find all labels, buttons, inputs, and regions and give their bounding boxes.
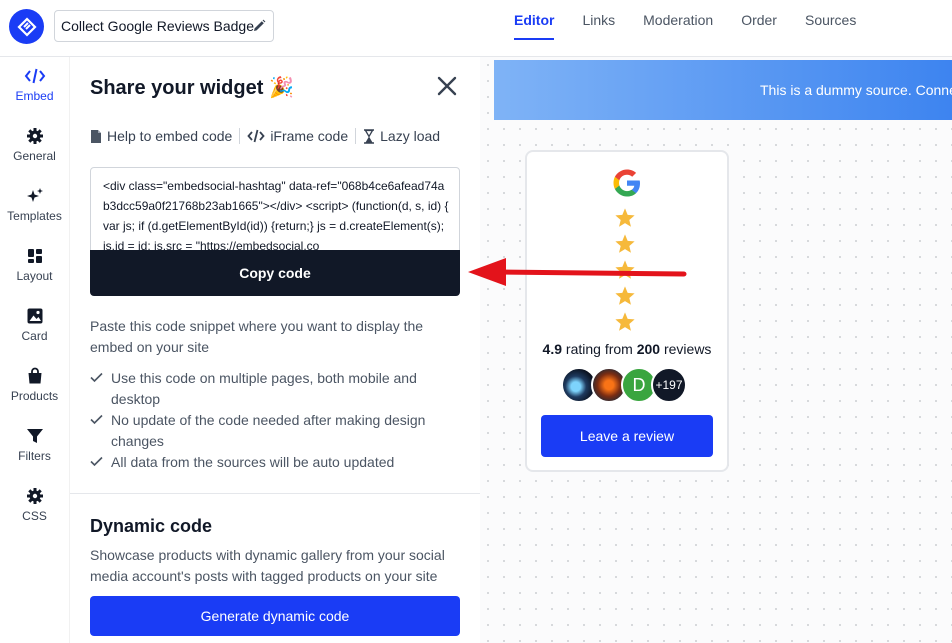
reviewer-avatars: D +197	[561, 367, 701, 403]
divider	[355, 128, 357, 144]
sidebar-item-filters[interactable]: Filters	[0, 427, 69, 463]
annotation-arrow	[468, 258, 687, 286]
image-icon	[27, 308, 42, 324]
sidebar-item-layout[interactable]: Layout	[0, 247, 69, 283]
tab-moderation[interactable]: Moderation	[629, 0, 727, 40]
dynamic-code-description: Showcase products with dynamic gallery f…	[90, 547, 445, 584]
tab-order[interactable]: Order	[727, 0, 791, 40]
leave-review-button[interactable]: Leave a review	[541, 415, 713, 457]
check-icon	[90, 456, 103, 467]
widget-preview-canvas: This is a dummy source. Conne 4.9 rating…	[480, 57, 952, 643]
benefits-list: Use this code on multiple pages, both mo…	[90, 368, 450, 473]
help-embed-label: Help to embed code	[107, 128, 233, 144]
section-divider	[70, 493, 481, 494]
tab-links[interactable]: Links	[568, 0, 629, 40]
list-item: All data from the sources will be auto u…	[90, 452, 450, 473]
paste-instructions: Paste this code snippet where you want t…	[90, 318, 424, 355]
rating-mid-text: rating from	[562, 341, 637, 357]
sidebar-item-products[interactable]: Products	[0, 367, 69, 403]
tab-sources[interactable]: Sources	[791, 0, 870, 40]
help-embed-link[interactable]: Help to embed code	[90, 128, 232, 144]
filter-icon	[26, 429, 43, 443]
sparkles-icon	[26, 188, 43, 202]
sidebar-item-embed[interactable]: Embed	[0, 67, 69, 103]
sidebar-item-templates[interactable]: Templates	[0, 187, 69, 223]
sidebar-item-label: Card	[21, 329, 48, 343]
check-text: All data from the sources will be auto u…	[111, 454, 395, 470]
check-text: No update of the code needed after makin…	[111, 412, 426, 449]
more-count-text: +197	[655, 378, 683, 392]
list-item: Use this code on multiple pages, both mo…	[90, 368, 450, 410]
rating-summary: 4.9 rating from 200 reviews	[527, 341, 727, 357]
dummy-source-banner: This is a dummy source. Conne	[494, 60, 952, 120]
lazy-load-link[interactable]: Lazy load	[363, 128, 440, 144]
layout-grid-icon	[27, 249, 42, 263]
review-count: 200	[636, 341, 661, 357]
sidebar-item-label: General	[13, 149, 56, 163]
divider	[239, 128, 241, 144]
generate-dynamic-code-button[interactable]: Generate dynamic code	[90, 596, 460, 636]
sidebar-item-label: Filters	[18, 449, 51, 463]
top-bar: Collect Google Reviews Badge Editor Link…	[0, 0, 952, 57]
iframe-code-link[interactable]: iFrame code	[247, 128, 348, 144]
panel-title-text: Share your widget	[90, 77, 264, 99]
google-reviews-badge: 4.9 rating from 200 reviews D +197 Leave…	[525, 150, 729, 472]
rating-value: 4.9	[542, 341, 563, 357]
sidebar-item-label: Products	[10, 389, 59, 403]
list-item: No update of the code needed after makin…	[90, 410, 450, 452]
editor-tabs: Editor Links Moderation Order Sources	[500, 0, 870, 57]
close-icon[interactable]	[436, 75, 458, 97]
app-logo[interactable]	[9, 9, 44, 44]
document-icon	[91, 129, 101, 143]
shopping-bag-icon	[28, 367, 41, 384]
sidebar-item-label: CSS	[22, 509, 47, 523]
dynamic-code-title: Dynamic code	[90, 516, 213, 536]
widget-title-field[interactable]: Collect Google Reviews Badge	[54, 10, 274, 42]
widget-title-text: Collect Google Reviews Badge	[61, 18, 254, 34]
pencil-icon[interactable]	[251, 18, 267, 34]
gear-icon	[26, 488, 43, 504]
sidebar-item-label: Embed	[15, 89, 54, 103]
sidebar-item-css[interactable]: CSS	[0, 487, 69, 523]
logo-icon	[16, 16, 37, 37]
embed-code-textarea[interactable]: <div class="embedsocial-hashtag" data-re…	[90, 167, 460, 253]
code-icon	[247, 129, 266, 143]
sidebar-item-label: Templates	[7, 209, 62, 223]
avatar-initial: D	[632, 374, 646, 395]
hourglass-icon	[364, 128, 375, 144]
copy-code-button[interactable]: Copy code	[90, 250, 460, 296]
iframe-code-label: iFrame code	[270, 128, 349, 144]
share-widget-panel: Share your widget 🎉 Help to embed code i…	[69, 57, 481, 643]
lazy-load-label: Lazy load	[380, 128, 441, 144]
embed-help-links: Help to embed code iFrame code Lazy load	[90, 128, 440, 144]
star-icon	[615, 312, 635, 331]
sidebar-item-label: Layout	[16, 269, 53, 283]
gear-icon	[26, 128, 43, 144]
panel-title: Share your widget 🎉	[90, 75, 294, 100]
sidebar-item-card[interactable]: Card	[0, 307, 69, 343]
sidebar-item-general[interactable]: General	[0, 127, 69, 163]
tab-editor[interactable]: Editor	[500, 0, 568, 40]
star-icon	[615, 208, 635, 227]
check-icon	[90, 372, 103, 383]
left-sidebar: Embed General Templates Layout Card Prod…	[0, 57, 69, 643]
more-reviewers-count: +197	[651, 367, 687, 403]
check-text: Use this code on multiple pages, both mo…	[111, 370, 417, 407]
check-icon	[90, 414, 103, 425]
google-logo-icon	[613, 169, 640, 197]
rating-suffix-text: reviews	[660, 341, 712, 357]
code-icon	[24, 68, 45, 84]
party-popper-icon: 🎉	[268, 77, 294, 99]
